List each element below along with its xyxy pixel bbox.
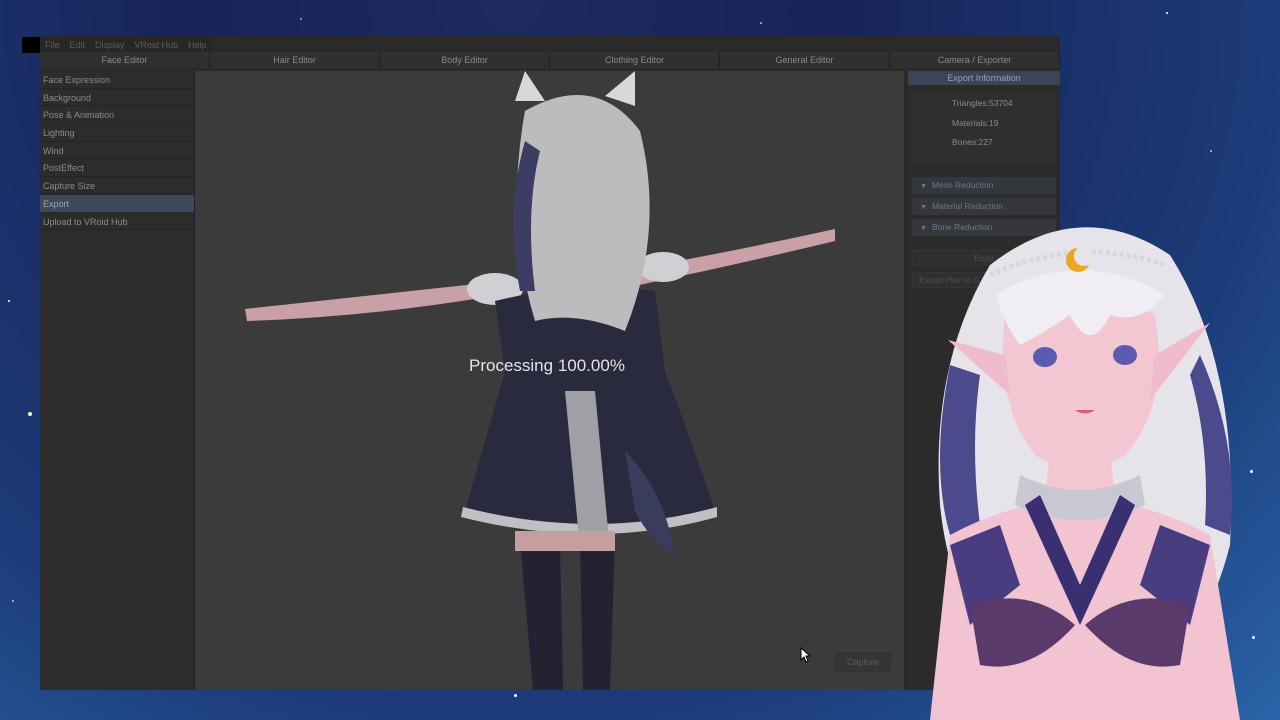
- tab-body-editor[interactable]: Body Editor: [380, 52, 550, 68]
- sidebar-item-background[interactable]: Background: [40, 89, 194, 107]
- sidebar-item-posteffect[interactable]: PostEffect: [40, 159, 194, 178]
- vroid-studio-window: File Edit Display VRoid Hub Help Face Ed…: [22, 36, 1060, 690]
- sidebar: Face Expression Background Pose & Animat…: [40, 71, 194, 690]
- mesh-reduction-toggle[interactable]: ▼ Mesh Reduction: [912, 177, 1056, 194]
- menu-help[interactable]: Help: [183, 37, 212, 53]
- export-stats: Triangles:53704 Materials:19 Bones:227: [912, 93, 1056, 163]
- sidebar-item-lighting[interactable]: Lighting: [40, 124, 194, 142]
- tab-hair-editor[interactable]: Hair Editor: [210, 52, 380, 68]
- tab-clothing-editor[interactable]: Clothing Editor: [550, 52, 720, 68]
- sidebar-item-upload-vroid-hub[interactable]: Upload to VRoid Hub: [40, 213, 194, 231]
- tab-general-editor[interactable]: General Editor: [720, 52, 890, 68]
- sidebar-item-pose-animation[interactable]: Pose & Animation: [40, 106, 194, 125]
- materials-count: Materials:19: [952, 117, 999, 128]
- menu-bar: File Edit Display VRoid Hub Help: [22, 37, 212, 53]
- menu-file[interactable]: File: [40, 37, 65, 53]
- capture-button[interactable]: Capture: [835, 652, 891, 672]
- sidebar-item-capture-size[interactable]: Capture Size: [40, 177, 194, 195]
- app-icon: [22, 37, 40, 53]
- vtuber-avatar: [930, 227, 1240, 720]
- menu-display[interactable]: Display: [90, 37, 130, 53]
- mouse-cursor-icon: [800, 647, 812, 663]
- export-info-header: Export Information: [908, 71, 1060, 85]
- menu-edit[interactable]: Edit: [64, 37, 91, 53]
- tab-camera-exporter[interactable]: Camera / Exporter: [890, 52, 1060, 68]
- sidebar-item-export[interactable]: Export: [40, 194, 194, 213]
- menu-vroid-hub[interactable]: VRoid Hub: [129, 37, 184, 53]
- sidebar-item-face-expression[interactable]: Face Expression: [40, 71, 194, 89]
- editor-tabs: Face Editor Hair Editor Body Editor Clot…: [40, 52, 1060, 68]
- tab-face-editor[interactable]: Face Editor: [40, 52, 210, 68]
- bones-count: Bones:227: [952, 137, 993, 147]
- chevron-down-icon: ▼: [920, 183, 927, 190]
- sidebar-item-wind[interactable]: Wind: [40, 142, 194, 160]
- character-model: [245, 71, 835, 690]
- processing-status: Processing 100.00%: [469, 356, 625, 375]
- 3d-viewport[interactable]: Processing 100.00% Capture: [194, 71, 904, 690]
- triangles-count: Triangles:53704: [952, 98, 1013, 108]
